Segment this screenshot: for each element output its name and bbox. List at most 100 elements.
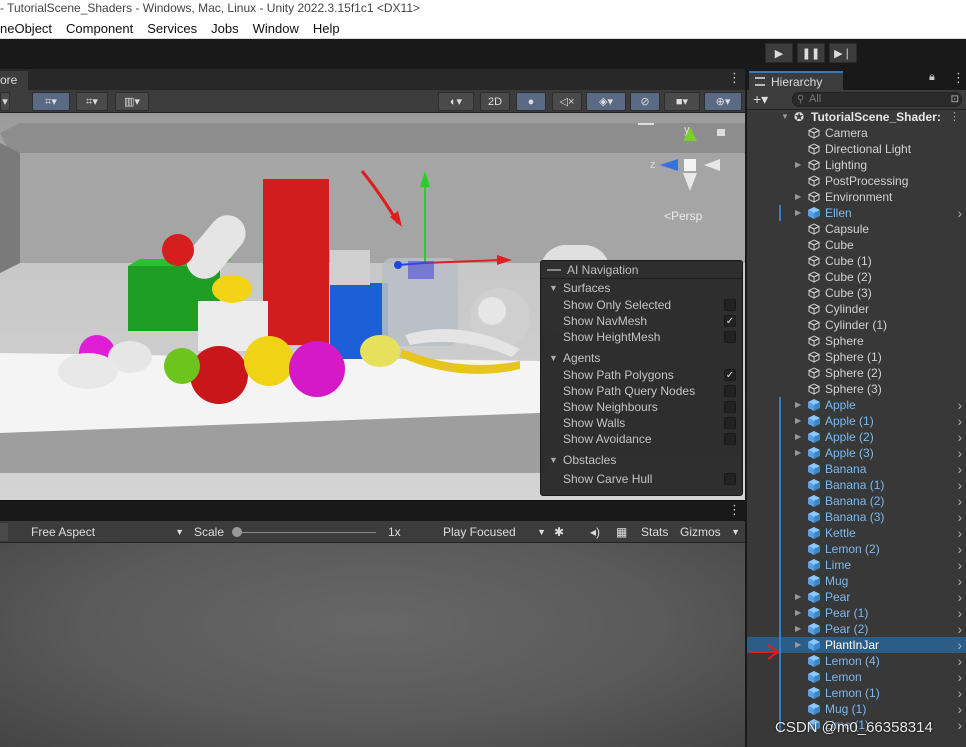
stats-button[interactable]: Stats <box>641 523 675 541</box>
chevron-right-icon[interactable]: › <box>957 541 962 557</box>
audio-toggle-button[interactable]: ◁× <box>552 92 582 111</box>
2d-toggle-button[interactable]: 2D <box>480 92 510 111</box>
hierarchy-kebab-icon[interactable]: ⋮ <box>952 70 965 86</box>
hierarchy-item[interactable]: Cube (1) <box>747 253 966 269</box>
option-show-avoidance[interactable]: Show Avoidance <box>541 431 742 447</box>
option-show-path-polygons[interactable]: Show Path Polygons ✓ <box>541 367 742 383</box>
chevron-right-icon[interactable]: › <box>957 397 962 413</box>
scene-root-row[interactable]: ▼ ✪ TutorialScene_Shader: ⋮ <box>747 110 966 125</box>
menu-gameobject[interactable]: neObject <box>0 21 52 36</box>
chevron-right-icon[interactable]: › <box>957 477 962 493</box>
keyboard-shortcuts-button[interactable]: ▦ <box>616 523 636 541</box>
chevron-right-icon[interactable]: › <box>957 557 962 573</box>
hierarchy-item[interactable]: Sphere (2) <box>747 365 966 381</box>
chevron-right-icon[interactable]: › <box>957 493 962 509</box>
draw-mode-button[interactable]: ◐▾ <box>438 92 474 111</box>
hierarchy-item[interactable]: Banana › <box>747 461 966 477</box>
scene-kebab-icon[interactable]: ⋮ <box>728 70 741 86</box>
hierarchy-item[interactable]: Capsule <box>747 221 966 237</box>
hierarchy-item[interactable]: PostProcessing <box>747 173 966 189</box>
chevron-right-icon[interactable]: › <box>957 637 962 653</box>
hierarchy-item[interactable]: ▶ Apple › <box>747 397 966 413</box>
gizmos-dropdown[interactable]: Gizmos ▼ <box>680 523 744 541</box>
hierarchy-item[interactable]: ▶ Apple (1) › <box>747 413 966 429</box>
gizmos-button[interactable]: ⊕▾ <box>704 92 742 111</box>
option-show-heightmesh[interactable]: Show HeightMesh <box>541 329 742 345</box>
effects-button[interactable]: ◈▾ <box>586 92 626 111</box>
aspect-dropdown[interactable]: Free Aspect ▼ <box>31 523 186 541</box>
hierarchy-item[interactable]: ▶ Lighting <box>747 157 966 173</box>
option-show-neighbours[interactable]: Show Neighbours <box>541 399 742 415</box>
chevron-right-icon[interactable]: › <box>957 461 962 477</box>
play-mode-dropdown[interactable]: Play Focused ▼ <box>443 523 548 541</box>
create-button[interactable]: +▾ <box>753 91 768 108</box>
increment-snap-button[interactable]: ⌗▾ <box>76 92 108 111</box>
step-button[interactable]: ▶❘ <box>829 43 857 63</box>
option-show-only-selected[interactable]: Show Only Selected <box>541 297 742 313</box>
hierarchy-item[interactable]: Lemon › <box>747 669 966 685</box>
hierarchy-item[interactable]: ▶ Environment <box>747 189 966 205</box>
foldout-right-icon[interactable]: ▶ <box>795 589 801 605</box>
grid-snap-button[interactable]: ⌗▾ <box>32 92 70 111</box>
foldout-right-icon[interactable]: ▶ <box>795 189 801 205</box>
chevron-right-icon[interactable]: › <box>957 509 962 525</box>
foldout-right-icon[interactable]: ▶ <box>795 429 801 445</box>
hierarchy-item[interactable]: Cube <box>747 237 966 253</box>
hierarchy-item[interactable]: ▶ Pear (2) › <box>747 621 966 637</box>
chevron-right-icon[interactable]: › <box>957 701 962 717</box>
tab-scene[interactable]: ore <box>0 71 28 90</box>
mute-audio-button[interactable]: ◂) <box>590 523 610 541</box>
checkbox[interactable] <box>724 433 736 445</box>
hierarchy-item[interactable]: Lemon (1) › <box>747 685 966 701</box>
chevron-right-icon[interactable]: › <box>957 717 962 733</box>
hierarchy-item[interactable]: Camera <box>747 125 966 141</box>
hierarchy-item[interactable]: Cylinder (1) <box>747 317 966 333</box>
option-show-carve-hull[interactable]: Show Carve Hull <box>541 471 742 487</box>
menu-jobs[interactable]: Jobs <box>211 21 238 36</box>
chevron-right-icon[interactable]: › <box>957 573 962 589</box>
foldout-down-icon[interactable]: ▼ <box>781 110 789 125</box>
chevron-right-icon[interactable]: › <box>957 429 962 445</box>
hierarchy-item[interactable]: Banana (3) › <box>747 509 966 525</box>
foldout-right-icon[interactable]: ▶ <box>795 205 801 221</box>
foldout-right-icon[interactable]: ▶ <box>795 413 801 429</box>
search-input[interactable]: ⚲ All ⊡ <box>792 92 962 107</box>
menu-component[interactable]: Component <box>66 21 133 36</box>
debug-button[interactable]: ✱ <box>554 523 574 541</box>
chevron-right-icon[interactable]: › <box>957 589 962 605</box>
hierarchy-item[interactable]: Sphere (1) <box>747 349 966 365</box>
hierarchy-item[interactable]: Directional Light <box>747 141 966 157</box>
hierarchy-item[interactable]: Mug (1) › <box>747 701 966 717</box>
grid-visibility-button[interactable]: ▥▾ <box>115 92 149 111</box>
foldout-right-icon[interactable]: ▶ <box>795 157 801 173</box>
chevron-right-icon[interactable]: › <box>957 413 962 429</box>
tab-hierarchy[interactable]: Hierarchy <box>749 71 843 90</box>
chevron-right-icon[interactable]: › <box>957 205 962 221</box>
game-kebab-icon[interactable]: ⋮ <box>728 502 741 518</box>
hierarchy-item[interactable]: Lemon (2) › <box>747 541 966 557</box>
option-show-path-query-nodes[interactable]: Show Path Query Nodes <box>541 383 742 399</box>
hierarchy-item[interactable]: Mug › <box>747 573 966 589</box>
drag-handle-icon[interactable] <box>547 269 561 271</box>
chevron-right-icon[interactable]: › <box>957 653 962 669</box>
hierarchy-item[interactable]: Banana (2) › <box>747 493 966 509</box>
chevron-right-icon[interactable]: › <box>957 605 962 621</box>
option-show-navmesh[interactable]: Show NavMesh ✓ <box>541 313 742 329</box>
chevron-right-icon[interactable]: › <box>957 525 962 541</box>
section-surfaces[interactable]: ▼ Surfaces <box>541 279 742 297</box>
chevron-right-icon[interactable]: › <box>957 669 962 685</box>
hierarchy-item[interactable]: Cube (3) <box>747 285 966 301</box>
ai-navigation-header[interactable]: AI Navigation <box>541 261 742 279</box>
pause-button[interactable]: ❚❚ <box>797 43 825 63</box>
foldout-right-icon[interactable]: ▶ <box>795 445 801 461</box>
foldout-right-icon[interactable]: ▶ <box>795 637 801 653</box>
hierarchy-item[interactable]: Banana (1) › <box>747 477 966 493</box>
chevron-right-icon[interactable]: › <box>957 445 962 461</box>
hierarchy-item[interactable]: Cylinder <box>747 301 966 317</box>
play-button[interactable]: ▶ <box>765 43 793 63</box>
hierarchy-item[interactable]: Sphere <box>747 333 966 349</box>
game-viewport[interactable] <box>0 543 745 747</box>
hierarchy-item[interactable]: ▶ Pear › <box>747 589 966 605</box>
projection-label[interactable]: <Persp <box>664 209 703 223</box>
foldout-right-icon[interactable]: ▶ <box>795 605 801 621</box>
